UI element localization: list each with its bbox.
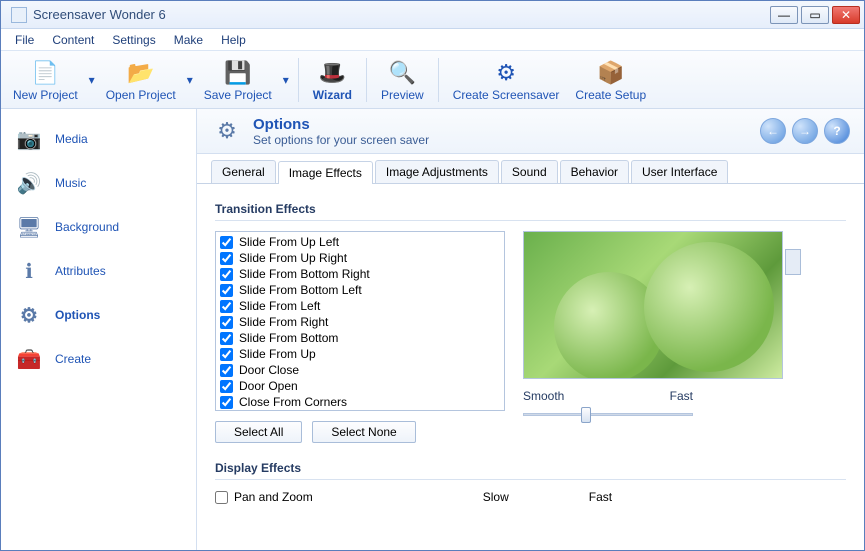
effect-checkbox[interactable] bbox=[220, 268, 233, 281]
app-icon bbox=[11, 7, 27, 23]
tab-behavior[interactable]: Behavior bbox=[560, 160, 629, 183]
toolbar-save-project[interactable]: 💾Save Project bbox=[196, 56, 280, 104]
sidebar-item-label: Options bbox=[55, 308, 100, 322]
effect-checkbox[interactable] bbox=[220, 380, 233, 393]
sidebar-item-label: Attributes bbox=[55, 264, 106, 278]
toolbar-new-project-dropdown[interactable]: ▾ bbox=[86, 54, 98, 106]
effect-checkbox[interactable] bbox=[220, 284, 233, 297]
sidebar-item-label: Media bbox=[55, 132, 88, 146]
effect-item[interactable]: Slide From Up Left bbox=[218, 234, 502, 250]
effect-item[interactable]: Close From Corners bbox=[218, 394, 502, 410]
minimize-button[interactable]: — bbox=[770, 6, 798, 24]
toolbar-wizard[interactable]: 🎩Wizard bbox=[305, 56, 360, 104]
effect-item[interactable]: Slide From Right bbox=[218, 314, 502, 330]
menu-bar: FileContentSettingsMakeHelp bbox=[1, 29, 864, 51]
toolbar-save-project-dropdown[interactable]: ▾ bbox=[280, 54, 292, 106]
effect-item[interactable]: Slide From Bottom bbox=[218, 330, 502, 346]
sidebar-item-attributes[interactable]: ℹ Attributes bbox=[1, 249, 196, 293]
effects-listbox[interactable]: Slide From Up LeftSlide From Up RightSli… bbox=[215, 231, 505, 411]
wizard-icon: 🎩 bbox=[317, 58, 347, 88]
pan-zoom-checkbox[interactable]: Pan and Zoom bbox=[215, 490, 313, 504]
page-subtitle: Set options for your screen saver bbox=[253, 133, 429, 147]
tab-general[interactable]: General bbox=[211, 160, 276, 183]
preview-scrollbar[interactable] bbox=[785, 249, 801, 275]
sidebar-item-media[interactable]: 📷 Media bbox=[1, 117, 196, 161]
slider-thumb[interactable] bbox=[581, 407, 591, 423]
effect-checkbox[interactable] bbox=[220, 252, 233, 265]
tab-image-effects[interactable]: Image Effects bbox=[278, 161, 373, 184]
pan-zoom-input[interactable] bbox=[215, 491, 228, 504]
background-icon: 🖥 bbox=[15, 213, 43, 241]
effect-item[interactable]: Slide From Left bbox=[218, 298, 502, 314]
sidebar-item-label: Music bbox=[55, 176, 86, 190]
effect-item[interactable]: Door Open bbox=[218, 378, 502, 394]
forward-button[interactable]: → bbox=[792, 118, 818, 144]
options-icon: ⚙ bbox=[211, 115, 243, 147]
save-project-icon: 💾 bbox=[223, 58, 253, 88]
sidebar-item-background[interactable]: 🖥 Background bbox=[1, 205, 196, 249]
effect-checkbox[interactable] bbox=[220, 316, 233, 329]
effect-preview bbox=[523, 231, 783, 379]
open-project-icon: 📂 bbox=[126, 58, 156, 88]
select-all-button[interactable]: Select All bbox=[215, 421, 302, 443]
menu-help[interactable]: Help bbox=[213, 31, 254, 49]
tab-user-interface[interactable]: User Interface bbox=[631, 160, 728, 183]
maximize-button[interactable]: ▭ bbox=[801, 6, 829, 24]
create-icon: 🧰 bbox=[15, 345, 43, 373]
sidebar: 📷 Media 🔊 Music 🖥 Background ℹ Attributes ⚙ Optio… bbox=[1, 109, 197, 550]
tabs: GeneralImage EffectsImage AdjustmentsSou… bbox=[197, 154, 864, 184]
window-title: Screensaver Wonder 6 bbox=[33, 7, 770, 22]
display-effects-heading: Display Effects bbox=[215, 461, 846, 480]
sidebar-item-music[interactable]: 🔊 Music bbox=[1, 161, 196, 205]
menu-make[interactable]: Make bbox=[166, 31, 211, 49]
effect-checkbox[interactable] bbox=[220, 300, 233, 313]
effect-item[interactable]: Slide From Bottom Left bbox=[218, 282, 502, 298]
toolbar-create-screensaver[interactable]: ⚙Create Screensaver bbox=[445, 56, 568, 104]
attributes-icon: ℹ bbox=[15, 257, 43, 285]
speed-slider[interactable] bbox=[523, 405, 693, 423]
select-none-button[interactable]: Select None bbox=[312, 421, 415, 443]
menu-settings[interactable]: Settings bbox=[104, 31, 163, 49]
effect-checkbox[interactable] bbox=[220, 396, 233, 409]
toolbar-open-project-dropdown[interactable]: ▾ bbox=[184, 54, 196, 106]
slider-label-smooth: Smooth bbox=[523, 389, 564, 403]
options-icon: ⚙ bbox=[15, 301, 43, 329]
sidebar-item-create[interactable]: 🧰 Create bbox=[1, 337, 196, 381]
toolbar-create-setup[interactable]: 📦Create Setup bbox=[567, 56, 654, 104]
transition-effects-heading: Transition Effects bbox=[215, 202, 846, 221]
effect-checkbox[interactable] bbox=[220, 364, 233, 377]
effect-item[interactable]: Slide From Up bbox=[218, 346, 502, 362]
create-screensaver-icon: ⚙ bbox=[491, 58, 521, 88]
help-button[interactable]: ? bbox=[824, 118, 850, 144]
page-title: Options bbox=[253, 116, 429, 133]
effect-checkbox[interactable] bbox=[220, 236, 233, 249]
toolbar-open-project[interactable]: 📂Open Project bbox=[98, 56, 184, 104]
new-project-icon: 📄 bbox=[30, 58, 60, 88]
sidebar-item-label: Background bbox=[55, 220, 119, 234]
toolbar-new-project[interactable]: 📄New Project bbox=[5, 56, 86, 104]
slider-label-fast: Fast bbox=[670, 389, 693, 403]
back-button[interactable]: ← bbox=[760, 118, 786, 144]
sidebar-item-label: Create bbox=[55, 352, 91, 366]
create-setup-icon: 📦 bbox=[596, 58, 626, 88]
toolbar: 📄New Project▾📂Open Project▾💾Save Project… bbox=[1, 51, 864, 109]
sidebar-item-options[interactable]: ⚙ Options bbox=[1, 293, 196, 337]
preview-icon: 🔍 bbox=[387, 58, 417, 88]
effect-item[interactable]: Slide From Bottom Right bbox=[218, 266, 502, 282]
effect-item[interactable]: Door Close bbox=[218, 362, 502, 378]
menu-content[interactable]: Content bbox=[44, 31, 102, 49]
display-fast-label: Fast bbox=[589, 490, 612, 504]
menu-file[interactable]: File bbox=[7, 31, 42, 49]
music-icon: 🔊 bbox=[15, 169, 43, 197]
tab-sound[interactable]: Sound bbox=[501, 160, 558, 183]
effect-checkbox[interactable] bbox=[220, 332, 233, 345]
effect-item[interactable]: Slide From Up Right bbox=[218, 250, 502, 266]
close-button[interactable]: ✕ bbox=[832, 6, 860, 24]
display-slow-label: Slow bbox=[483, 490, 509, 504]
toolbar-preview[interactable]: 🔍Preview bbox=[373, 56, 432, 104]
media-icon: 📷 bbox=[15, 125, 43, 153]
tab-image-adjustments[interactable]: Image Adjustments bbox=[375, 160, 499, 183]
effect-checkbox[interactable] bbox=[220, 348, 233, 361]
